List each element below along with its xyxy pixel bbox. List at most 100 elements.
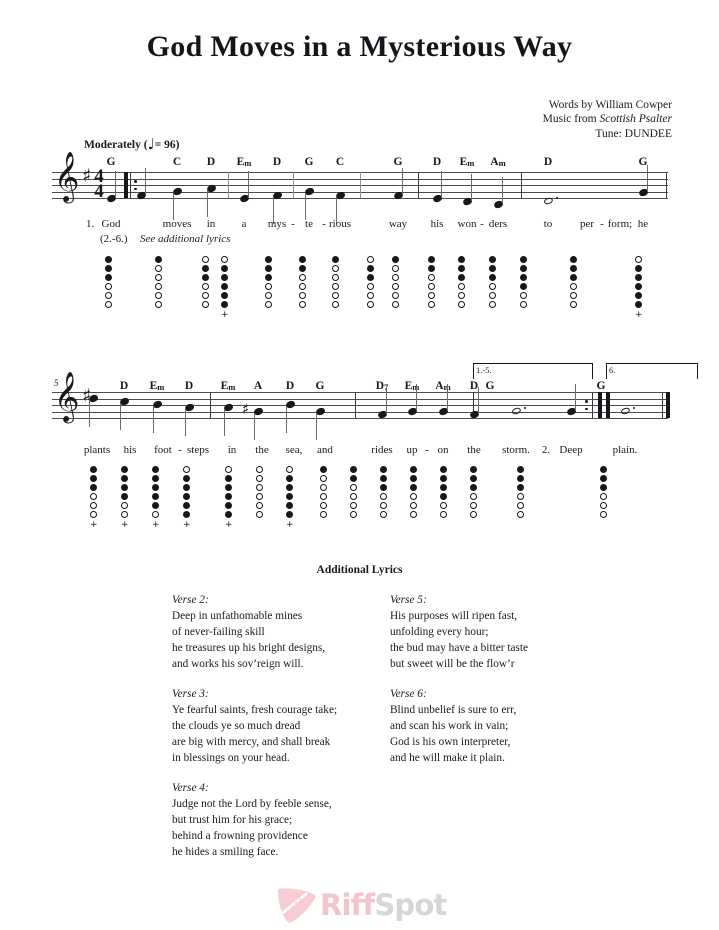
chord-symbol-Em: Em [236, 156, 252, 168]
note-stem [253, 413, 255, 440]
lyric-syllable: way [388, 218, 408, 230]
chord-symbol-C: C [172, 156, 182, 168]
note-stem [440, 171, 442, 198]
fingering-hole [428, 292, 435, 299]
fingering-hole [299, 256, 306, 263]
staff-line [52, 198, 668, 199]
note-stem [385, 387, 387, 414]
verse-line: and scan his work in vain; [390, 720, 509, 732]
lyric-syllable: his [123, 444, 137, 456]
riffspot-logo[interactable]: RiffSpot [276, 884, 456, 926]
lyric-syllable: foot [154, 444, 172, 456]
lyric-syllable: form; [607, 218, 633, 230]
fingering-hole [489, 292, 496, 299]
fingering-hole [458, 292, 465, 299]
fingering-diagram [428, 256, 435, 320]
fingering-hole [152, 511, 159, 518]
note-stem [446, 384, 448, 411]
verse-line: he treasures up his bright designs, [172, 642, 326, 654]
fingering-hole [121, 493, 128, 500]
fingering-hole [152, 484, 159, 491]
lyric-syllable: te [305, 218, 313, 230]
barline [293, 172, 295, 198]
chord-symbol-D: D [272, 156, 282, 168]
fingering-hole [221, 301, 228, 308]
verse-line: but sweet will be the flow’r [390, 658, 515, 670]
fingering-hole [225, 484, 232, 491]
fingering-hole [380, 511, 387, 518]
note-stem [415, 384, 417, 411]
lyric-syllable: rious [329, 218, 351, 230]
fingering-diagram [392, 256, 399, 320]
fingering-hole [121, 484, 128, 491]
fingering-hole [517, 484, 524, 491]
barline [124, 172, 128, 198]
fingering-hole [380, 493, 387, 500]
fingering-hole [520, 283, 527, 290]
fingering-hole [225, 493, 232, 500]
fingering-hole [635, 283, 642, 290]
fingering-hole [428, 301, 435, 308]
fingering-hole [489, 274, 496, 281]
lyric-syllable: the [255, 444, 269, 456]
fingering-diagram [105, 256, 112, 320]
chord-symbol-D: D [432, 156, 442, 168]
verse-block: Verse 2: Deep in unfathomable mines of nev… [172, 592, 377, 672]
fingering-hole [350, 502, 357, 509]
fingering-hole [350, 484, 357, 491]
lyric-syllable: God [101, 218, 121, 230]
fingering-hole [470, 475, 477, 482]
fingering-diagram [380, 466, 387, 530]
fingering-diagram: + [90, 466, 98, 530]
fingering-hole [155, 256, 162, 263]
fingering-hole [155, 292, 162, 299]
alt-verse-instruction: See additional lyrics [140, 233, 231, 245]
fingering-hole [225, 466, 232, 473]
fingering-hole [155, 265, 162, 272]
alt-verse-note: (2.-6.) [100, 233, 128, 245]
fingering-diagram [320, 466, 327, 530]
note-stem [401, 168, 403, 195]
logo-riff: Riff [320, 888, 375, 922]
barline [666, 392, 670, 418]
fingering-hole [183, 466, 190, 473]
fingering-hole [380, 466, 387, 473]
fingering-diagram [265, 256, 272, 320]
lyric-syllable: Deep [559, 444, 583, 456]
fingering-hole [470, 511, 477, 518]
chord-symbol-G: G [485, 380, 495, 392]
fingering-hole [367, 283, 374, 290]
fingering-hole [256, 475, 263, 482]
chord-symbol-G: G [393, 156, 403, 168]
note-stem [206, 190, 208, 217]
fingering-hole [392, 274, 399, 281]
treble-clef-icon: 𝄞 [54, 372, 80, 422]
fingering-hole [440, 502, 447, 509]
fingering-hole [183, 502, 190, 509]
chord-symbol-C: C [335, 156, 345, 168]
fingering-hole [635, 292, 642, 299]
verse-label: Verse 4: [172, 782, 209, 794]
fingering-hole [517, 475, 524, 482]
fingering-diagram [350, 466, 357, 530]
lyric-syllable: the [467, 444, 481, 456]
fingering-hole [265, 283, 272, 290]
chord-symbol-D: D [285, 380, 295, 392]
note-stem [285, 406, 287, 433]
fingering-hole [105, 292, 112, 299]
fingering-diagram: + [225, 466, 233, 530]
note-stem [119, 403, 121, 430]
fingering-hole [380, 484, 387, 491]
fingering-hole [440, 466, 447, 473]
fingering-hole [90, 511, 97, 518]
note-stem [315, 413, 317, 440]
barline [355, 392, 357, 418]
fingering-hole [152, 466, 159, 473]
chord-symbol-A: A [253, 380, 263, 392]
octave-plus-icon: + [90, 520, 98, 530]
fingering-hole [367, 274, 374, 281]
lyric-syllable: - [322, 218, 326, 230]
lyric-syllable: steps [187, 444, 209, 456]
fingering-hole [202, 292, 209, 299]
verse-line: Judge not the Lord by feeble sense, [172, 798, 332, 810]
